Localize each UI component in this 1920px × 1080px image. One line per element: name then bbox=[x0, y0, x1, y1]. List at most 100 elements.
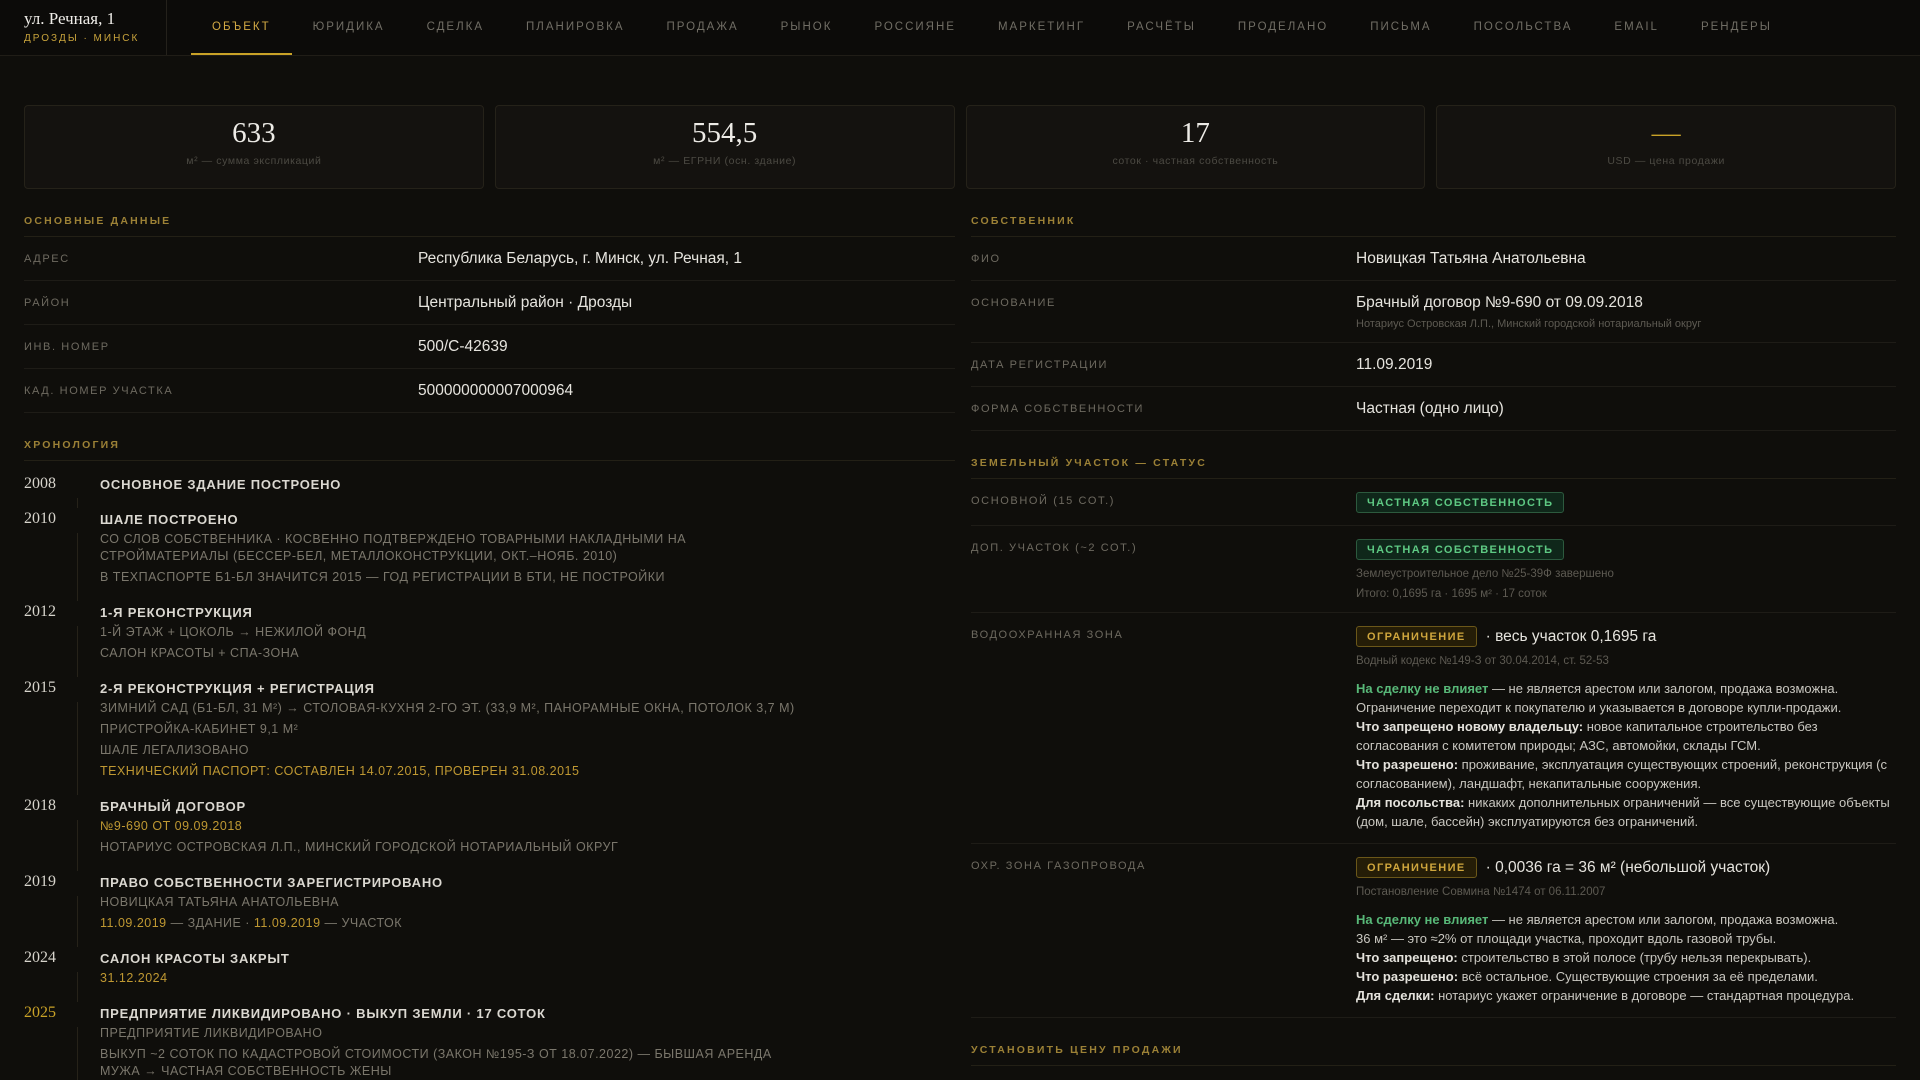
owner-rows: ФИО Новицкая Татьяна Анатольевна ОСНОВАНИЕ… bbox=[971, 237, 1896, 431]
timeline-body: ОСНОВНОЕ ЗДАНИЕ ПОСТРОЕНО bbox=[100, 475, 955, 493]
timeline-text: СО СЛОВ СОБСТВЕННИКА · КОСВЕННО ПОДТВЕРЖ… bbox=[100, 532, 687, 563]
nav-tab[interactable]: РАСЧЁТЫ bbox=[1106, 0, 1217, 55]
timeline-line: НОТАРИУС ОСТРОВСКАЯ Л.П., МИНСКИЙ ГОРОДС… bbox=[100, 839, 800, 856]
nav-tab[interactable]: РОССИЯНЕ bbox=[853, 0, 977, 55]
status-badge: ЧАСТНАЯ СОБСТВЕННОСТЬ bbox=[1356, 539, 1565, 560]
timeline-event: 2008 ОСНОВНОЕ ЗДАНИЕ ПОСТРОЕНО bbox=[24, 475, 955, 510]
row-value: Республика Беларусь, г. Минск, ул. Речна… bbox=[418, 250, 743, 267]
timeline-title: 2-Я РЕКОНСТРУКЦИЯ + РЕГИСТРАЦИЯ bbox=[100, 681, 375, 696]
section-heading-main-data: ОСНОВНЫЕ ДАННЫЕ bbox=[24, 215, 955, 237]
timeline-line: ВЫКУП ~2 СОТОК ПО КАДАСТРОВОЙ СТОИМОСТИ … bbox=[100, 1046, 800, 1080]
timeline-line: 11.09.2019 — ЗДАНИЕ · 11.09.2019 — УЧАСТ… bbox=[100, 915, 800, 932]
row-value-cell: 500000000007000964 bbox=[418, 382, 955, 400]
row-value: Брачный договор №9-690 от 09.09.2018 bbox=[1356, 294, 1643, 311]
page-subtitle: ДРОЗДЫ · МИНСК bbox=[24, 33, 140, 44]
content: ОСНОВНЫЕ ДАННЫЕ АДРЕС Республика Беларусь… bbox=[24, 189, 1896, 1080]
nav-tab[interactable]: РЕНДЕРЫ bbox=[1680, 0, 1793, 55]
data-row: РАЙОН Центральный район · Дрозды bbox=[24, 281, 955, 325]
timeline-line: ТЕХНИЧЕСКИЙ ПАСПОРТ: СОСТАВЛЕН 14.07.201… bbox=[100, 763, 800, 780]
timeline-year: 2025 bbox=[24, 1004, 56, 1021]
left-column: ОСНОВНЫЕ ДАННЫЕ АДРЕС Республика Беларусь… bbox=[24, 189, 955, 1080]
timeline-line: НОВИЦКАЯ ТАТЬЯНА АНАТОЛЬЕВНА bbox=[100, 894, 800, 911]
badge-suffix-text: · 0,0036 га = 36 м² (небольшой участок) bbox=[1485, 858, 1771, 876]
row-value-cell: 500/C-42639 bbox=[418, 338, 955, 356]
land-row-label: ДОП. УЧАСТОК (~2 СОТ.) bbox=[971, 542, 1138, 554]
nav-tab[interactable]: ПОСОЛЬСТВА bbox=[1453, 0, 1594, 55]
land-row-value: ОГРАНИЧЕНИЕ · 0,0036 га = 36 м² (небольшо… bbox=[1356, 857, 1896, 1005]
nav-tab[interactable]: РЫНОК bbox=[760, 0, 854, 55]
row-label: АДРЕС bbox=[24, 253, 70, 265]
badge-line: ОГРАНИЧЕНИЕ · 0,0036 га = 36 м² (небольшо… bbox=[1356, 857, 1896, 878]
section-heading-land-status: ЗЕМЕЛЬНЫЙ УЧАСТОК — СТАТУС bbox=[971, 457, 1896, 479]
timeline-title: ОСНОВНОЕ ЗДАНИЕ ПОСТРОЕНО bbox=[100, 477, 342, 492]
badge-line: ЧАСТНАЯ СОБСТВЕННОСТЬ bbox=[1356, 539, 1896, 560]
status-badge: ОГРАНИЧЕНИЕ bbox=[1356, 626, 1477, 647]
timeline-title: ПРЕДПРИЯТИЕ ЛИКВИДИРОВАНО · ВЫКУП ЗЕМЛИ … bbox=[100, 1006, 546, 1021]
nav-tab[interactable]: ПРОДАЖА bbox=[646, 0, 760, 55]
section-heading-chronology: ХРОНОЛОГИЯ bbox=[24, 439, 955, 461]
nav-tab[interactable]: ЮРИДИКА bbox=[292, 0, 406, 55]
page-title: ул. Речная, 1 bbox=[24, 9, 116, 28]
nav-tab[interactable]: ПИСЬМА bbox=[1349, 0, 1452, 55]
deal-impact-lead: На сделку не влияет bbox=[1356, 912, 1489, 927]
land-row-label: ВОДООХРАННАЯ ЗОНА bbox=[971, 629, 1124, 641]
row-label: КАД. НОМЕР УЧАСТКА bbox=[24, 385, 174, 397]
timeline-year: 2010 bbox=[24, 510, 56, 527]
badge-line: ОГРАНИЧЕНИЕ · весь участок 0,1695 га bbox=[1356, 626, 1896, 647]
data-row: ФОРМА СОБСТВЕННОСТИ Частная (одно лицо) bbox=[971, 387, 1896, 431]
badge-suffix-text: · весь участок 0,1695 га bbox=[1485, 627, 1657, 645]
timeline-date-gold: 31.12.2024 bbox=[100, 971, 168, 985]
land-row: ОХР. ЗОНА ГАЗОПРОВОДА ОГРАНИЧЕНИЕ · 0,0036… bbox=[971, 844, 1896, 1018]
timeline-text: — ЗДАНИЕ · bbox=[166, 916, 254, 930]
property-brand: ул. Речная, 1 ДРОЗДЫ · МИНСК bbox=[0, 0, 167, 55]
land-row-value: ЧАСТНАЯ СОБСТВЕННОСТЬ Землеустроительное … bbox=[1356, 539, 1896, 600]
timeline-line: ЗИМНИЙ САД (Б1-БЛ, 31 М²) → СТОЛОВАЯ-КУХ… bbox=[100, 700, 800, 717]
right-column: СОБСТВЕННИК ФИО Новицкая Татьяна Анатолье… bbox=[971, 189, 1896, 1080]
status-badge: ЧАСТНАЯ СОБСТВЕННОСТЬ bbox=[1356, 492, 1565, 513]
nav-tab[interactable]: ОБЪЕКТ bbox=[191, 0, 292, 55]
land-paragraphs: На сделку не влияет — не является аресто… bbox=[1356, 679, 1896, 831]
stat-value: 633 bbox=[232, 117, 276, 149]
rule-lead: Что разрешено: bbox=[1356, 757, 1459, 772]
timeline-line: ПРЕДПРИЯТИЕ ЛИКВИДИРОВАНО bbox=[100, 1025, 800, 1042]
nav-tab[interactable]: СДЕЛКА bbox=[406, 0, 505, 55]
timeline-body: ШАЛЕ ПОСТРОЕНО СО СЛОВ СОБСТВЕННИКА · КОС… bbox=[100, 510, 955, 586]
row-value: Центральный район · Дрозды bbox=[418, 294, 633, 311]
timeline-text: ПРЕДПРИЯТИЕ ЛИКВИДИРОВАНО bbox=[100, 1026, 323, 1040]
land-note: Водный кодекс №149-З от 30.04.2014, ст. … bbox=[1356, 655, 1609, 667]
rule-lead: Для посольства: bbox=[1356, 795, 1465, 810]
timeline-text: ВЫКУП ~2 СОТОК ПО КАДАСТРОВОЙ СТОИМОСТИ … bbox=[100, 1047, 772, 1078]
row-label: РАЙОН bbox=[24, 297, 71, 309]
data-row: ДАТА РЕГИСТРАЦИИ 11.09.2019 bbox=[971, 343, 1896, 387]
timeline-body: ПРАВО СОБСТВЕННОСТИ ЗАРЕГИСТРИРОВАНО НОВИ… bbox=[100, 873, 955, 932]
section-heading-set-price: УСТАНОВИТЬ ЦЕНУ ПРОДАЖИ bbox=[971, 1044, 1896, 1066]
land-paragraph: 36 м² — это ≈2% от площади участка, прох… bbox=[1356, 931, 1777, 946]
land-paragraph: Что запрещено новому владельцу: новое ка… bbox=[1356, 719, 1818, 753]
timeline-event: 2024 САЛОН КРАСОТЫ ЗАКРЫТ 31.12.2024 bbox=[24, 949, 955, 1004]
top-bar: ул. Речная, 1 ДРОЗДЫ · МИНСК ОБЪЕКТ ЮРИДИ… bbox=[0, 0, 1920, 56]
timeline-year: 2012 bbox=[24, 603, 56, 620]
nav-tab[interactable]: МАРКЕТИНГ bbox=[977, 0, 1106, 55]
timeline-year: 2015 bbox=[24, 679, 56, 696]
row-label: ИНВ. НОМЕР bbox=[24, 341, 110, 353]
rule-lead: Что запрещено: bbox=[1356, 950, 1458, 965]
timeline-text: В ТЕХПАСПОРТЕ Б1-БЛ ЗНАЧИТСЯ 2015 — ГОД … bbox=[100, 570, 665, 584]
land-paragraph: Что разрешено: проживание, эксплуатация … bbox=[1356, 757, 1888, 791]
stat-value: 554,5 bbox=[692, 117, 758, 149]
row-value: 500000000007000964 bbox=[418, 382, 574, 399]
stat-value: 17 bbox=[1180, 117, 1210, 149]
nav-tab[interactable]: ПЛАНИРОВКА bbox=[505, 0, 645, 55]
data-row: ОСНОВАНИЕ Брачный договор №9-690 от 09.09… bbox=[971, 281, 1896, 343]
nav-tab[interactable]: EMAIL bbox=[1593, 0, 1680, 55]
row-note: Нотариус Островская Л.П., Минский городс… bbox=[1356, 318, 1702, 330]
timeline-line: ПРИСТРОЙКА-КАБИНЕТ 9,1 М² bbox=[100, 721, 800, 738]
timeline-event: 2019 ПРАВО СОБСТВЕННОСТИ ЗАРЕГИСТРИРОВАНО… bbox=[24, 873, 955, 949]
stat-card: 554,5 м² — ЕГРНИ (осн. здание) bbox=[494, 105, 955, 189]
stat-value: — bbox=[1651, 117, 1681, 149]
stat-label: USD — цена продажи bbox=[1607, 155, 1725, 167]
timeline: 2008 ОСНОВНОЕ ЗДАНИЕ ПОСТРОЕНО 2010 ШАЛЕ ПО… bbox=[24, 461, 955, 1080]
nav-tab[interactable]: ПРОДЕЛАНО bbox=[1217, 0, 1349, 55]
rule-lead: Для сделки: bbox=[1356, 988, 1435, 1003]
timeline-line: №9-690 ОТ 09.09.2018 bbox=[100, 818, 800, 835]
timeline-text: 1-Й ЭТАЖ + ЦОКОЛЬ → НЕЖИЛОЙ ФОНД bbox=[100, 625, 367, 639]
